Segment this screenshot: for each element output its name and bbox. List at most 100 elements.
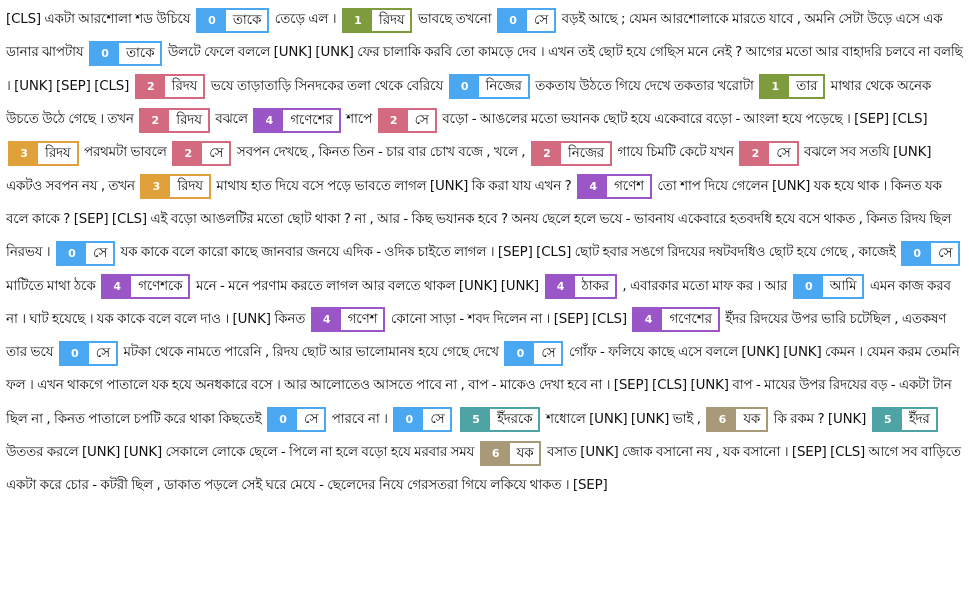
cluster-id-badge: 0 [498,9,527,31]
entity-mention: 2 রিদয [139,107,210,133]
entity-text: তার [796,79,818,95]
text-span: মনে - মনে পরণাম করতে লাগল আর বলতে থাকল [… [192,278,543,294]
text-span: বঝলে [211,111,252,127]
cluster-id-badge: 2 [174,142,203,164]
entity-text: ঠাকর [581,279,609,295]
cluster-id-badge: 0 [450,76,479,98]
entity-text: সে [304,412,319,428]
cluster-id-badge: 4 [103,276,132,298]
entity-mention: 0 নিজের [448,74,530,100]
entity-text: সে [209,145,224,161]
entity-text: যক [743,412,761,428]
cluster-id-badge: 4 [255,109,284,131]
cluster-id-badge: 2 [532,142,561,164]
entity-text: সে [533,12,549,28]
entity-text: সে [95,345,110,361]
entity-mention: 0 সে [393,407,453,433]
cluster-id-badge: 6 [481,442,510,464]
cluster-id-badge: 1 [343,9,372,31]
entity-mention: 2 সে [172,140,232,166]
entity-mention: 4 গণেশ [577,174,652,200]
entity-text: গণেশের [669,312,712,328]
cluster-id-badge: 0 [60,342,89,364]
entity-text: সে [414,112,429,128]
text-span: উততর করলে [UNK] [UNK] সেকালে লোকে ছেলে -… [6,445,478,461]
cluster-id-badge: 2 [379,109,408,131]
text-span: পরথমটা ভাবলে [80,145,171,161]
entity-text: তাকে [125,45,155,61]
cluster-id-badge: 0 [506,342,535,364]
entity-mention: 0 সে [58,340,118,366]
entity-text: সে [92,245,108,261]
entity-mention: 2 নিজের [530,140,613,166]
entity-text: সে [430,412,445,428]
text-span: ভযে তাড়াতাড়ি সিনদকের তলা থেকে বেরিযে [207,78,447,94]
entity-mention: 2 রিদয [134,74,206,100]
cluster-id-badge: 0 [57,242,86,264]
cluster-id-badge: 3 [10,142,38,164]
entity-text: সে [938,245,953,261]
text-span: তেড়ে এল । [271,12,340,27]
cluster-id-badge: 2 [136,76,165,98]
entity-mention: 0 সে [55,240,116,266]
entity-text: তাকে [232,12,262,28]
cluster-id-badge: 4 [312,309,341,331]
entity-text: নিজের [485,79,522,95]
entity-text: গণেশ [614,179,644,195]
cluster-id-badge: 4 [634,309,663,331]
entity-mention: 0 আমি [792,274,865,300]
entity-mention: 2 সে [739,140,799,166]
coref-document: [CLS] একটা আরশোলা শড উচিযে 0 তাকে তেড়ে এ… [0,0,969,602]
entity-mention: 6 যক [479,440,542,466]
text-span: পারবে না । [328,411,392,427]
entity-text: রিদয [171,79,198,95]
entity-text: রিদয [176,112,202,128]
entity-mention: 1 তার [759,74,826,100]
entity-mention: 0 সে [901,240,961,266]
entity-mention: 5 ইঁদর [871,407,938,433]
entity-text: গণেশ [347,312,378,328]
entity-text: ইঁদর [908,412,930,428]
entity-mention: 0 তাকে [88,40,163,66]
cluster-id-badge: 0 [395,409,424,431]
entity-text: সে [776,145,791,161]
cluster-id-badge: 0 [903,242,932,264]
cluster-id-badge: 6 [708,409,737,431]
text-span: শাপে [342,111,376,127]
cluster-id-badge: 0 [794,276,823,298]
entity-text: যক [516,445,534,461]
cluster-id-badge: 0 [197,9,226,31]
entity-mention: 2 সে [377,107,437,133]
text-span [454,412,458,427]
entity-mention: 3 রিদয [8,140,79,166]
entity-mention: 0 সে [496,7,557,33]
entity-mention: 4 গণেশের [632,307,720,333]
entity-mention: 5 ইঁদরকে [459,407,541,433]
text-span: কোনো সাড়া - শবদ দিলেন না । [SEP] [CLS] [387,311,631,327]
cluster-id-badge: 0 [90,42,119,64]
cluster-id-badge: 5 [461,409,490,431]
entity-mention: 4 ঠাকর [544,274,617,300]
entity-mention: 4 গণেশকে [101,274,191,300]
entity-text: রিদয [45,145,71,161]
entity-text: রিদয [177,179,203,195]
text-span: মাটিতে মাথা ঠকে [6,278,100,294]
cluster-id-badge: 2 [141,109,170,131]
entity-text: ইঁদরকে [496,412,533,428]
entity-text: রিদয [378,12,405,28]
cluster-id-badge: 5 [873,409,902,431]
text-span: যক কাকে বলে কারো কাছে জানবার জনযে এদিক -… [117,245,900,261]
text-span: মটকা থেকে নামতে পারেনি , রিদয ছোট আর ভাল… [119,345,503,361]
text-span: বড়ো - আঙলের মতো ভযানক ছোট হযে একেবারে ব… [438,111,928,127]
cluster-id-badge: 3 [142,176,171,198]
cluster-id-badge: 4 [579,176,608,198]
entity-text: গণেশের [290,112,333,128]
text-span: ভাবছে তখনো [414,12,495,27]
entity-text: গণেশকে [138,279,183,295]
cluster-id-badge: 2 [741,142,770,164]
text-span: কি রকম ? [UNK] [770,411,870,427]
text-span: [CLS] একটা আরশোলা শড উচিযে [6,12,194,27]
entity-text: আমি [829,279,857,295]
text-span: তকতায উঠতে গিযে দেখে তকতার খরোটা [531,78,758,94]
text-span: সবপন দেখছে , কিনত তিন - চার বার চোখ বজে … [233,145,529,161]
